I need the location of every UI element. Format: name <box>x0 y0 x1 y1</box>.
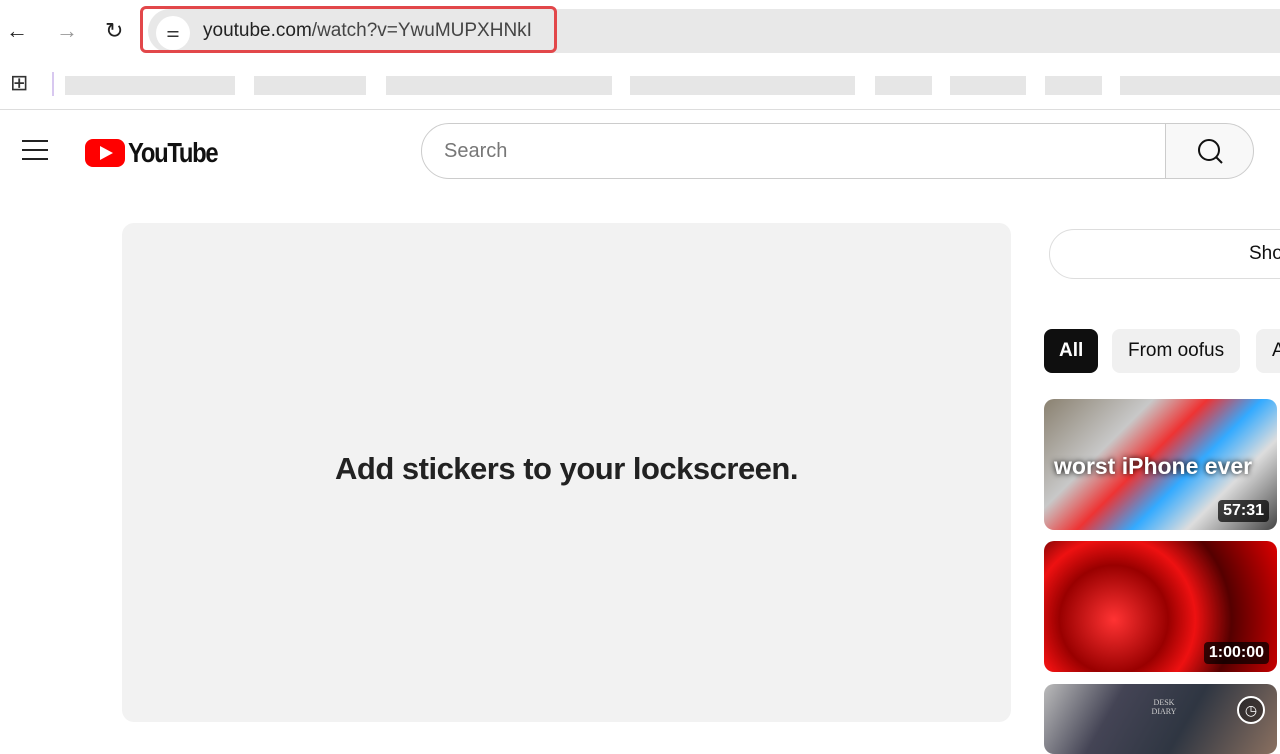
video-duration: 1:00:00 <box>1203 642 1269 664</box>
bookmark-item[interactable] <box>1120 76 1280 95</box>
thumbnail-overlay-text: DESK DIARY <box>1151 698 1177 716</box>
search-icon <box>1198 139 1223 164</box>
bookmark-item[interactable] <box>950 76 1026 95</box>
url-path: /watch?v=YwuMUPXHNkI <box>311 20 532 41</box>
logo-text: YouTube <box>128 137 219 168</box>
chip-all[interactable]: All <box>1044 329 1099 373</box>
chip-from-oofus[interactable]: From oofus <box>1112 329 1241 373</box>
bookmark-item[interactable] <box>65 76 235 95</box>
watch-later-clock-icon[interactable]: ◷ <box>1237 696 1265 724</box>
video-thumbnail[interactable]: 1:00:00 <box>1044 541 1277 672</box>
video-thumbnail[interactable]: worst iPhone ever 57:31 <box>1044 399 1277 530</box>
reload-button[interactable]: ↻ <box>105 18 123 44</box>
back-button[interactable]: ← <box>6 18 28 44</box>
top-sidebar-button[interactable]: Sho <box>1049 229 1280 279</box>
browser-toolbar: ← → ↻ ⚌ youtube.com/watch?v=YwuMUPXHNkI … <box>0 0 1280 110</box>
forward-button[interactable]: → <box>56 18 78 44</box>
divider <box>52 72 54 96</box>
video-player[interactable]: Add stickers to your lockscreen. <box>122 223 1011 722</box>
thumbnail-overlay-text: worst iPhone ever <box>1054 453 1253 479</box>
url-domain: youtube.com <box>203 20 312 41</box>
video-thumbnail[interactable]: DESK DIARY ◷ <box>1044 684 1277 754</box>
bookmark-item[interactable] <box>630 76 855 95</box>
bookmark-item[interactable] <box>875 76 932 95</box>
bookmark-item[interactable] <box>1045 76 1102 95</box>
player-message: Add stickers to your lockscreen. <box>335 451 798 486</box>
bookmark-item[interactable] <box>386 76 612 95</box>
search-input[interactable]: Search <box>421 123 1167 179</box>
search-button[interactable] <box>1165 123 1254 179</box>
menu-button[interactable] <box>22 140 48 160</box>
youtube-logo[interactable]: YouTube <box>85 137 233 169</box>
video-duration: 57:31 <box>1218 500 1269 522</box>
play-logo-icon <box>85 139 125 167</box>
tune-icon[interactable]: ⚌ <box>156 16 190 50</box>
chip-more[interactable]: A <box>1256 329 1280 373</box>
url-text[interactable]: youtube.com/watch?v=YwuMUPXHNkI <box>203 20 532 42</box>
bookmark-item[interactable] <box>254 76 366 95</box>
apps-grid-icon[interactable]: ⊞ <box>10 70 28 96</box>
